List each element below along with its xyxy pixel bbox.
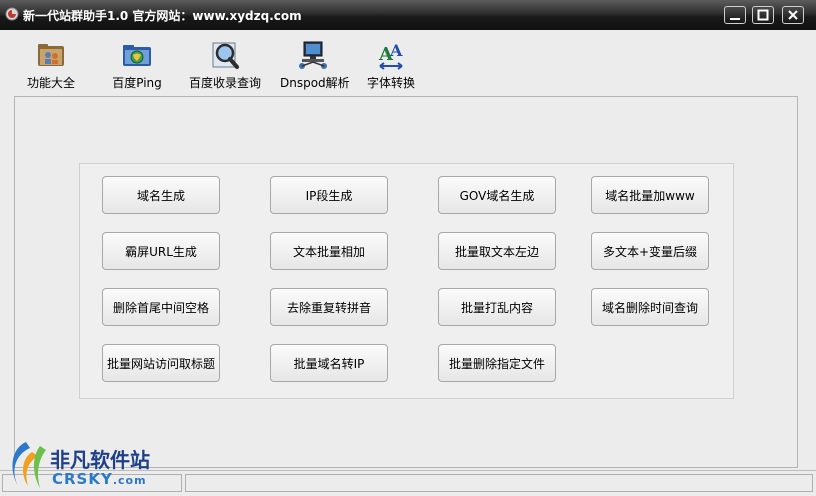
tool-function-list[interactable]: 功能大全 <box>20 38 82 90</box>
svg-text:A: A <box>389 41 403 60</box>
batch-delete-files-button[interactable]: 批量删除指定文件 <box>438 344 556 382</box>
batch-domain-to-ip-button[interactable]: 批量域名转IP <box>270 344 388 382</box>
domain-batch-add-www-button[interactable]: 域名批量加www <box>591 176 709 214</box>
app-window: 新一代站群助手1.0 官方网站：www.xydzq.com 功能大全 百度Pin… <box>0 0 816 496</box>
close-button[interactable] <box>782 6 804 24</box>
text-batch-add-button[interactable]: 文本批量相加 <box>270 232 388 270</box>
title-bar[interactable]: 新一代站群助手1.0 官方网站：www.xydzq.com <box>0 0 816 30</box>
tool-label: 百度Ping <box>112 76 162 90</box>
tool-label: 百度收录查询 <box>188 76 261 90</box>
maximize-icon <box>757 9 769 21</box>
watermark-brand: CRSKY.com <box>52 470 147 488</box>
magnifier-icon <box>212 42 239 69</box>
status-panel-2 <box>185 474 813 492</box>
app-icon <box>5 7 19 21</box>
batch-text-left-button[interactable]: 批量取文本左边 <box>438 232 556 270</box>
folder-people-icon <box>38 44 64 66</box>
function-button-panel: 域名生成 IP段生成 GOV域名生成 域名批量加www 霸屏URL生成 文本批量… <box>79 163 734 399</box>
tool-baidu-ping[interactable]: 百度Ping <box>104 38 170 90</box>
watermark-brand-name: CRSKY <box>52 470 113 488</box>
crsky-logo-icon <box>12 442 46 488</box>
multi-text-variable-suffix-button[interactable]: 多文本+变量后缀 <box>591 232 709 270</box>
dedupe-pinyin-button[interactable]: 去除重复转拼音 <box>270 288 388 326</box>
watermark-title: 非凡软件站 <box>50 448 150 472</box>
tool-label: Dnspod解析 <box>280 76 350 90</box>
tool-baidu-index-query[interactable]: 百度收录查询 <box>186 38 264 90</box>
close-icon <box>788 10 798 20</box>
screen-url-generate-button[interactable]: 霸屏URL生成 <box>102 232 220 270</box>
network-computer-icon <box>299 41 327 69</box>
main-panel: 域名生成 IP段生成 GOV域名生成 域名批量加www 霸屏URL生成 文本批量… <box>14 96 798 468</box>
window-title: 新一代站群助手1.0 官方网站：www.xydzq.com <box>23 9 302 23</box>
ip-range-generate-button[interactable]: IP段生成 <box>270 176 388 214</box>
tool-dnspod-resolve[interactable]: Dnspod解析 <box>280 38 350 90</box>
tool-font-convert[interactable]: A A 字体转换 <box>362 38 420 90</box>
shuffle-content-button[interactable]: 批量打乱内容 <box>438 288 556 326</box>
domain-generate-button[interactable]: 域名生成 <box>102 176 220 214</box>
trim-spaces-button[interactable]: 删除首尾中间空格 <box>102 288 220 326</box>
minimize-button[interactable] <box>724 6 746 24</box>
globe-folder-icon <box>123 45 151 66</box>
toolbar: 功能大全 百度Ping 百度收录查询 Dnspod解析 A A 字体转换 <box>0 30 816 92</box>
tool-label: 字体转换 <box>366 76 415 90</box>
maximize-button[interactable] <box>752 6 774 24</box>
watermark-brand-suffix: .com <box>112 474 147 487</box>
domain-delete-time-query-button[interactable]: 域名删除时间查询 <box>591 288 709 326</box>
batch-site-title-button[interactable]: 批量网站访问取标题 <box>102 344 220 382</box>
watermark: 非凡软件站 CRSKY.com <box>2 436 162 494</box>
gov-domain-generate-button[interactable]: GOV域名生成 <box>438 176 556 214</box>
minimize-icon <box>730 18 740 20</box>
tool-label: 功能大全 <box>26 76 75 90</box>
font-convert-icon: A A <box>378 41 403 70</box>
